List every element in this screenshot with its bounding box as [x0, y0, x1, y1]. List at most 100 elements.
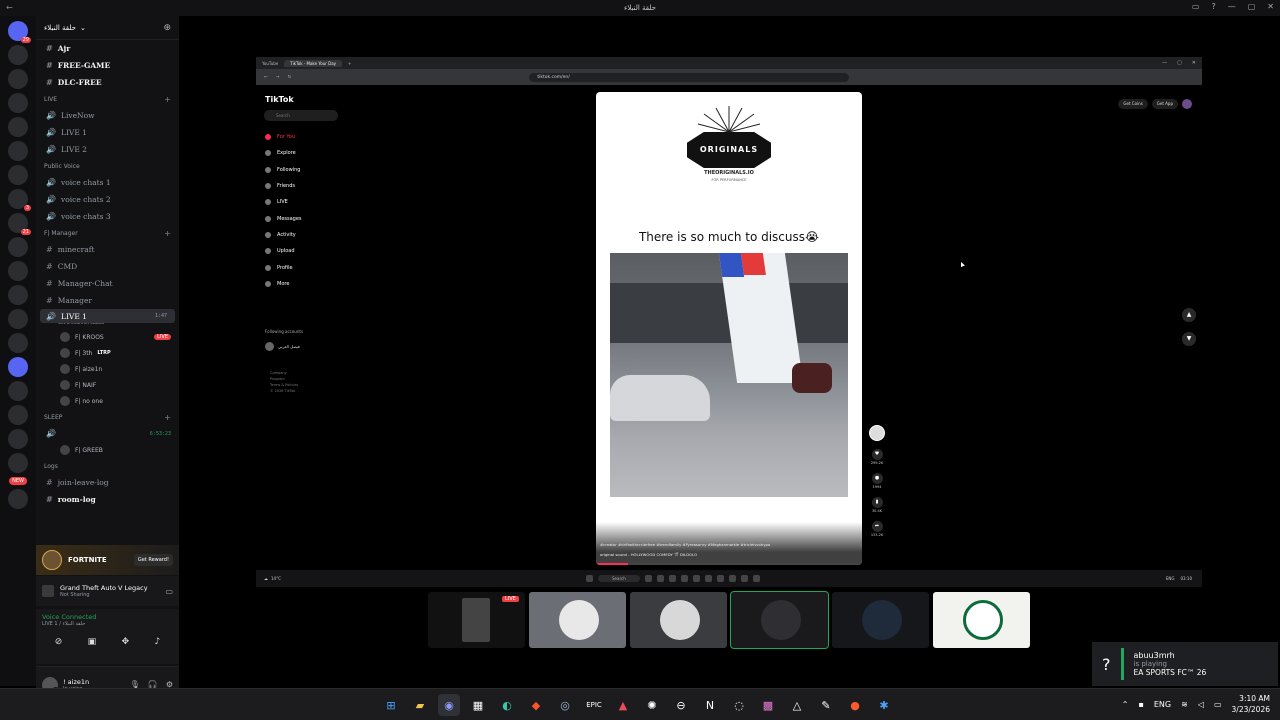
screen-share-stream[interactable]: YouTube TikTok - Make Your Day + — ▢ ✕ ← →…: [256, 57, 1202, 587]
server-icon[interactable]: [8, 285, 28, 305]
game-activity-notification[interactable]: ? abuu3mrh is playing EA SPORTS FC™ 26: [1092, 642, 1278, 686]
url-field[interactable]: tiktok.com/en/: [529, 72, 850, 82]
close-icon[interactable]: ✕: [1267, 2, 1274, 11]
voice-channel-sleep[interactable]: 🔊 6:53:23: [36, 425, 179, 442]
voice-user[interactable]: F| no one: [36, 393, 179, 409]
overwatch-icon[interactable]: ⊖: [670, 694, 692, 716]
nav-explore[interactable]: Explore: [265, 145, 302, 161]
back-icon[interactable]: ←: [264, 75, 268, 80]
ea-icon[interactable]: ●: [844, 694, 866, 716]
server-icon[interactable]: [8, 117, 28, 137]
soundboard-icon[interactable]: ♪: [155, 637, 161, 647]
clock[interactable]: 3:10 AM 3/23/2026: [1232, 693, 1270, 715]
voice-channel-live2[interactable]: 🔊 LIVE 2: [36, 141, 179, 158]
server-icon[interactable]: [8, 69, 28, 89]
screen-share-icon[interactable]: ▭: [165, 587, 173, 596]
get-reward-button[interactable]: Get Reward!: [133, 554, 173, 566]
minimize-icon[interactable]: —: [1228, 2, 1236, 11]
server-icon[interactable]: [8, 141, 28, 161]
voice-channel-name[interactable]: LIVE 1 / حلقة النبلاء: [42, 621, 173, 627]
back-arrow-icon[interactable]: ←: [6, 3, 13, 12]
riot-icon[interactable]: ▲: [612, 694, 634, 716]
voice-user[interactable]: F| 3th LTRP: [36, 345, 179, 361]
voice-user[interactable]: F| KROOS LIVE: [36, 329, 179, 345]
server-icon[interactable]: [8, 429, 28, 449]
add-channel-icon[interactable]: +: [164, 229, 171, 238]
minimize-icon[interactable]: —: [1162, 60, 1167, 66]
creator-avatar[interactable]: [869, 425, 885, 441]
server-icon[interactable]: [8, 381, 28, 401]
maximize-icon[interactable]: ▢: [1177, 60, 1182, 66]
voice-user[interactable]: F| aize1n: [36, 361, 179, 377]
category-manager[interactable]: F| Manager +: [36, 225, 179, 241]
avatar[interactable]: [1182, 99, 1192, 109]
steam-icon[interactable]: ◎: [554, 694, 576, 716]
chevron-up-icon[interactable]: ⌃: [1122, 700, 1129, 709]
nav-profile[interactable]: Profile: [265, 259, 302, 275]
share-icon[interactable]: ➦: [871, 521, 883, 532]
discord-home-icon[interactable]: 29: [8, 21, 31, 43]
bookmark-icon[interactable]: ▮: [871, 497, 883, 508]
help-icon[interactable]: ?: [1211, 2, 1215, 11]
voice-channel-public3[interactable]: 🔊 voice chats 3: [36, 208, 179, 225]
brave-icon[interactable]: ◆: [525, 694, 547, 716]
tiktok-logo[interactable]: TikTok: [265, 95, 294, 104]
get-coins-button[interactable]: Get Coins: [1118, 99, 1148, 109]
server-icon[interactable]: [8, 93, 28, 113]
tiktok-search-input[interactable]: Search: [264, 110, 338, 121]
channel-manager[interactable]: # Manager: [36, 292, 179, 309]
nav-for-you[interactable]: For You: [265, 129, 302, 145]
server-icon[interactable]: [8, 489, 28, 509]
video-progress-bar[interactable]: [596, 563, 862, 565]
game-promo-banner[interactable]: FORTNITE Get Reward!: [36, 545, 179, 575]
store-icon[interactable]: ▦: [467, 694, 489, 716]
wifi-icon[interactable]: ≋: [1181, 700, 1188, 709]
channel-manager-chat[interactable]: # Manager-Chat: [36, 275, 179, 292]
voice-user[interactable]: F| NAIF: [36, 377, 179, 393]
volume-icon[interactable]: ◁: [1198, 700, 1204, 709]
nav-upload[interactable]: Upload: [265, 243, 302, 259]
category-sleep[interactable]: SLEEP +: [36, 409, 179, 425]
category-logs[interactable]: Logs: [36, 458, 179, 474]
participant-tile[interactable]: [630, 592, 727, 648]
camera-off-icon[interactable]: ⊘: [55, 637, 63, 647]
server-icon[interactable]: [8, 261, 28, 281]
add-channel-icon[interactable]: +: [164, 95, 171, 104]
browser-tab[interactable]: YouTube: [262, 61, 278, 66]
nav-friends[interactable]: Friends: [265, 178, 302, 194]
activities-icon[interactable]: ✥: [122, 637, 130, 647]
category-public-voice[interactable]: Public Voice: [36, 158, 179, 174]
get-app-button[interactable]: Get App: [1151, 99, 1178, 109]
chevron-down-icon[interactable]: ▼: [1182, 332, 1196, 346]
browser-tab[interactable]: TikTok - Make Your Day: [284, 59, 343, 67]
server-icon[interactable]: 21: [8, 213, 31, 235]
comment-icon[interactable]: ●: [871, 473, 883, 484]
battlenet-icon[interactable]: ✱: [873, 694, 895, 716]
app-icon[interactable]: ◌: [728, 694, 750, 716]
participant-tile-speaking[interactable]: [730, 591, 829, 649]
video-sound[interactable]: original sound - HOLLYWOOD COMEDY 🎬 DILD…: [600, 552, 697, 557]
video-tags[interactable]: #creator #driftwithcrclerfree #trendfami…: [600, 542, 858, 547]
server-header[interactable]: حلقة النبلاء ⌄ ⊕: [36, 16, 179, 40]
pen-icon[interactable]: ✎: [815, 694, 837, 716]
voice-channel-active[interactable]: 🔊 LIVE 1 1:47: [40, 309, 175, 323]
reload-icon[interactable]: ↻: [288, 75, 292, 80]
discord-icon[interactable]: ◉: [438, 694, 460, 716]
maximize-icon[interactable]: ▢: [1248, 2, 1256, 11]
server-icon[interactable]: [8, 237, 28, 257]
channel-free-game[interactable]: # FREE-GAME: [36, 57, 179, 74]
channel-dlc-free[interactable]: # DLC-FREE: [36, 74, 179, 91]
gallery-icon[interactable]: ▩: [757, 694, 779, 716]
server-icon[interactable]: [8, 333, 28, 353]
battery-icon[interactable]: ▭: [1214, 700, 1222, 709]
video-player[interactable]: ORIGINALS THEORIGINALS.IO FOR PERFORMANC…: [596, 92, 862, 565]
voice-user[interactable]: F| GREEB: [36, 442, 179, 458]
new-tab-icon[interactable]: +: [348, 61, 351, 66]
voice-channel-livenow[interactable]: 🔊 LiveNow: [36, 107, 179, 124]
participant-tile[interactable]: [529, 592, 626, 648]
chatgpt-icon[interactable]: ✺: [641, 694, 663, 716]
file-explorer-icon[interactable]: ▰: [409, 694, 431, 716]
app-icon[interactable]: △: [786, 694, 808, 716]
channel-join-leave-log[interactable]: # join-leave-log: [36, 474, 179, 491]
channel-minecraft[interactable]: # minecraft: [36, 241, 179, 258]
